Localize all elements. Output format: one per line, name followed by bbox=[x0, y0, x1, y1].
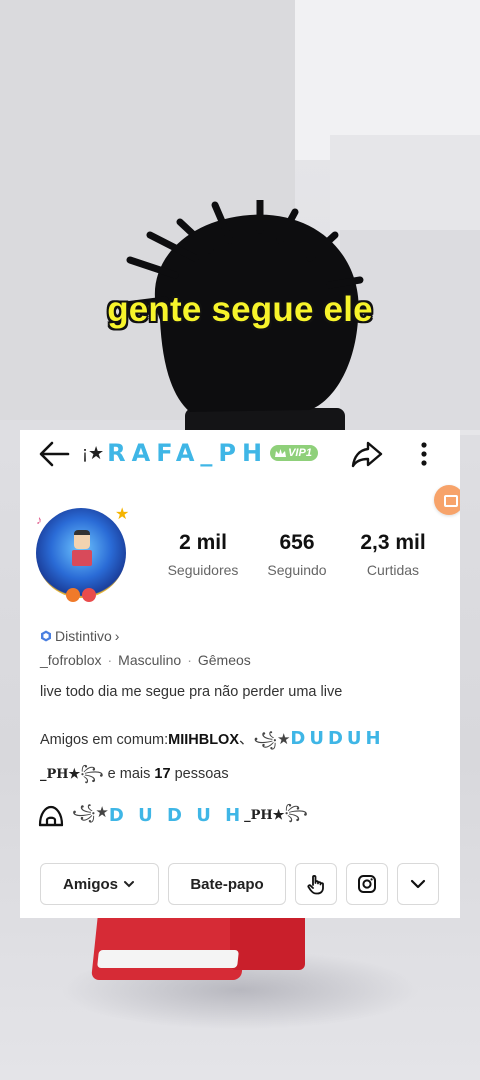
mutual-friends-prefix: Amigos em comum: bbox=[40, 732, 169, 748]
avatar-character-shoe-sole bbox=[97, 950, 239, 968]
likes-stat[interactable]: 2,3 mil Curtidas bbox=[350, 530, 436, 578]
chat-button-label: Bate-papo bbox=[190, 875, 264, 893]
chevron-down-icon bbox=[410, 879, 426, 889]
profile-bio: live todo dia me segue pra não perder um… bbox=[40, 684, 343, 700]
share-icon bbox=[351, 441, 383, 468]
family-name-text: D U D U H bbox=[108, 805, 245, 826]
name-prefix: ¡★ bbox=[82, 442, 105, 463]
tag-separator: · bbox=[187, 652, 192, 668]
profile-name: ¡★ RAFA_PH VIP1 bbox=[82, 436, 318, 470]
likes-count: 2,3 mil bbox=[360, 531, 426, 554]
mutual-friends[interactable]: Amigos em comum:MIIHBLOX、꧁★DUDUH _PH★꧂ e … bbox=[40, 722, 450, 792]
crown-icon bbox=[275, 448, 287, 457]
mutual-more-text: pessoas bbox=[170, 766, 229, 782]
instagram-icon bbox=[358, 875, 376, 893]
mutual-friend-name: DUDUH bbox=[290, 728, 385, 749]
friend-name-symbol: ꧁★ bbox=[253, 731, 291, 748]
friend-name-symbol: ꧂ bbox=[80, 765, 104, 782]
following-count: 656 bbox=[279, 531, 315, 554]
more-vertical-icon bbox=[421, 442, 427, 466]
back-button[interactable] bbox=[36, 438, 72, 470]
arrow-left-icon bbox=[39, 441, 70, 467]
family-name: ꧁★ D U D U H _PH★ ꧂ bbox=[72, 800, 308, 831]
profile-display-name: RAFA_PH bbox=[107, 439, 269, 467]
tag-item: Gêmeos bbox=[197, 652, 251, 668]
tag-item: Masculino bbox=[118, 652, 182, 668]
friends-button-label: Amigos bbox=[62, 875, 118, 893]
badge-link[interactable]: Distintivo › bbox=[40, 628, 119, 644]
tag-separator: · bbox=[107, 652, 113, 668]
mutual-friends-separator: 、 bbox=[239, 732, 254, 748]
star-decoration-icon: ★ bbox=[115, 506, 130, 523]
followers-label: Seguidores bbox=[167, 562, 239, 578]
likes-label: Curtidas bbox=[366, 562, 420, 578]
following-stat[interactable]: 656 Seguindo bbox=[260, 530, 334, 578]
expand-button[interactable] bbox=[397, 863, 439, 905]
followers-count: 2 mil bbox=[179, 531, 227, 554]
profile-card: ¡★ RAFA_PH VIP1 ★ ♪ 2 mil Seguidores 656… bbox=[20, 430, 460, 918]
chevron-down-icon bbox=[124, 881, 134, 888]
vip-badge: VIP1 bbox=[270, 445, 318, 461]
family-group[interactable]: ꧁★ D U D U H _PH★ ꧂ bbox=[38, 800, 308, 831]
family-name-symbol: ꧂ bbox=[284, 804, 308, 821]
avatar-decoration bbox=[66, 588, 102, 604]
mutual-more-text: e mais bbox=[103, 766, 155, 782]
poke-button[interactable] bbox=[295, 863, 337, 905]
followers-stat[interactable]: 2 mil Seguidores bbox=[162, 530, 244, 578]
music-note-icon: ♪ bbox=[36, 513, 42, 527]
tag-item: _fofroblox bbox=[40, 652, 102, 668]
chat-button[interactable]: Bate-papo bbox=[168, 863, 286, 905]
badge-label: Distintivo bbox=[55, 628, 112, 644]
chevron-right-icon: › bbox=[114, 628, 120, 644]
mutual-friend-name: MIIHBLOX bbox=[168, 732, 240, 748]
family-name-suffix: _PH★ bbox=[244, 808, 285, 823]
profile-topbar: ¡★ RAFA_PH VIP1 bbox=[20, 430, 460, 476]
instagram-button[interactable] bbox=[346, 863, 388, 905]
share-button[interactable] bbox=[350, 438, 384, 470]
igloo-icon bbox=[38, 805, 64, 826]
hand-tap-icon bbox=[307, 875, 324, 895]
profile-tags: _fofroblox · Masculino · Gêmeos bbox=[40, 652, 251, 668]
vip-badge-label: VIP1 bbox=[288, 447, 312, 459]
video-caption: gente segue ele bbox=[107, 290, 373, 329]
family-name-symbol: ꧁★ bbox=[72, 804, 109, 821]
following-label: Seguindo bbox=[267, 562, 327, 578]
mutual-more-count: 17 bbox=[154, 766, 171, 782]
hexagon-icon bbox=[41, 630, 51, 642]
more-options-button[interactable] bbox=[412, 438, 436, 470]
floating-live-button[interactable] bbox=[434, 485, 460, 515]
avatar-character bbox=[72, 530, 92, 566]
friends-button[interactable]: Amigos bbox=[40, 863, 159, 905]
friend-name-suffix: _PH★ bbox=[40, 767, 81, 782]
